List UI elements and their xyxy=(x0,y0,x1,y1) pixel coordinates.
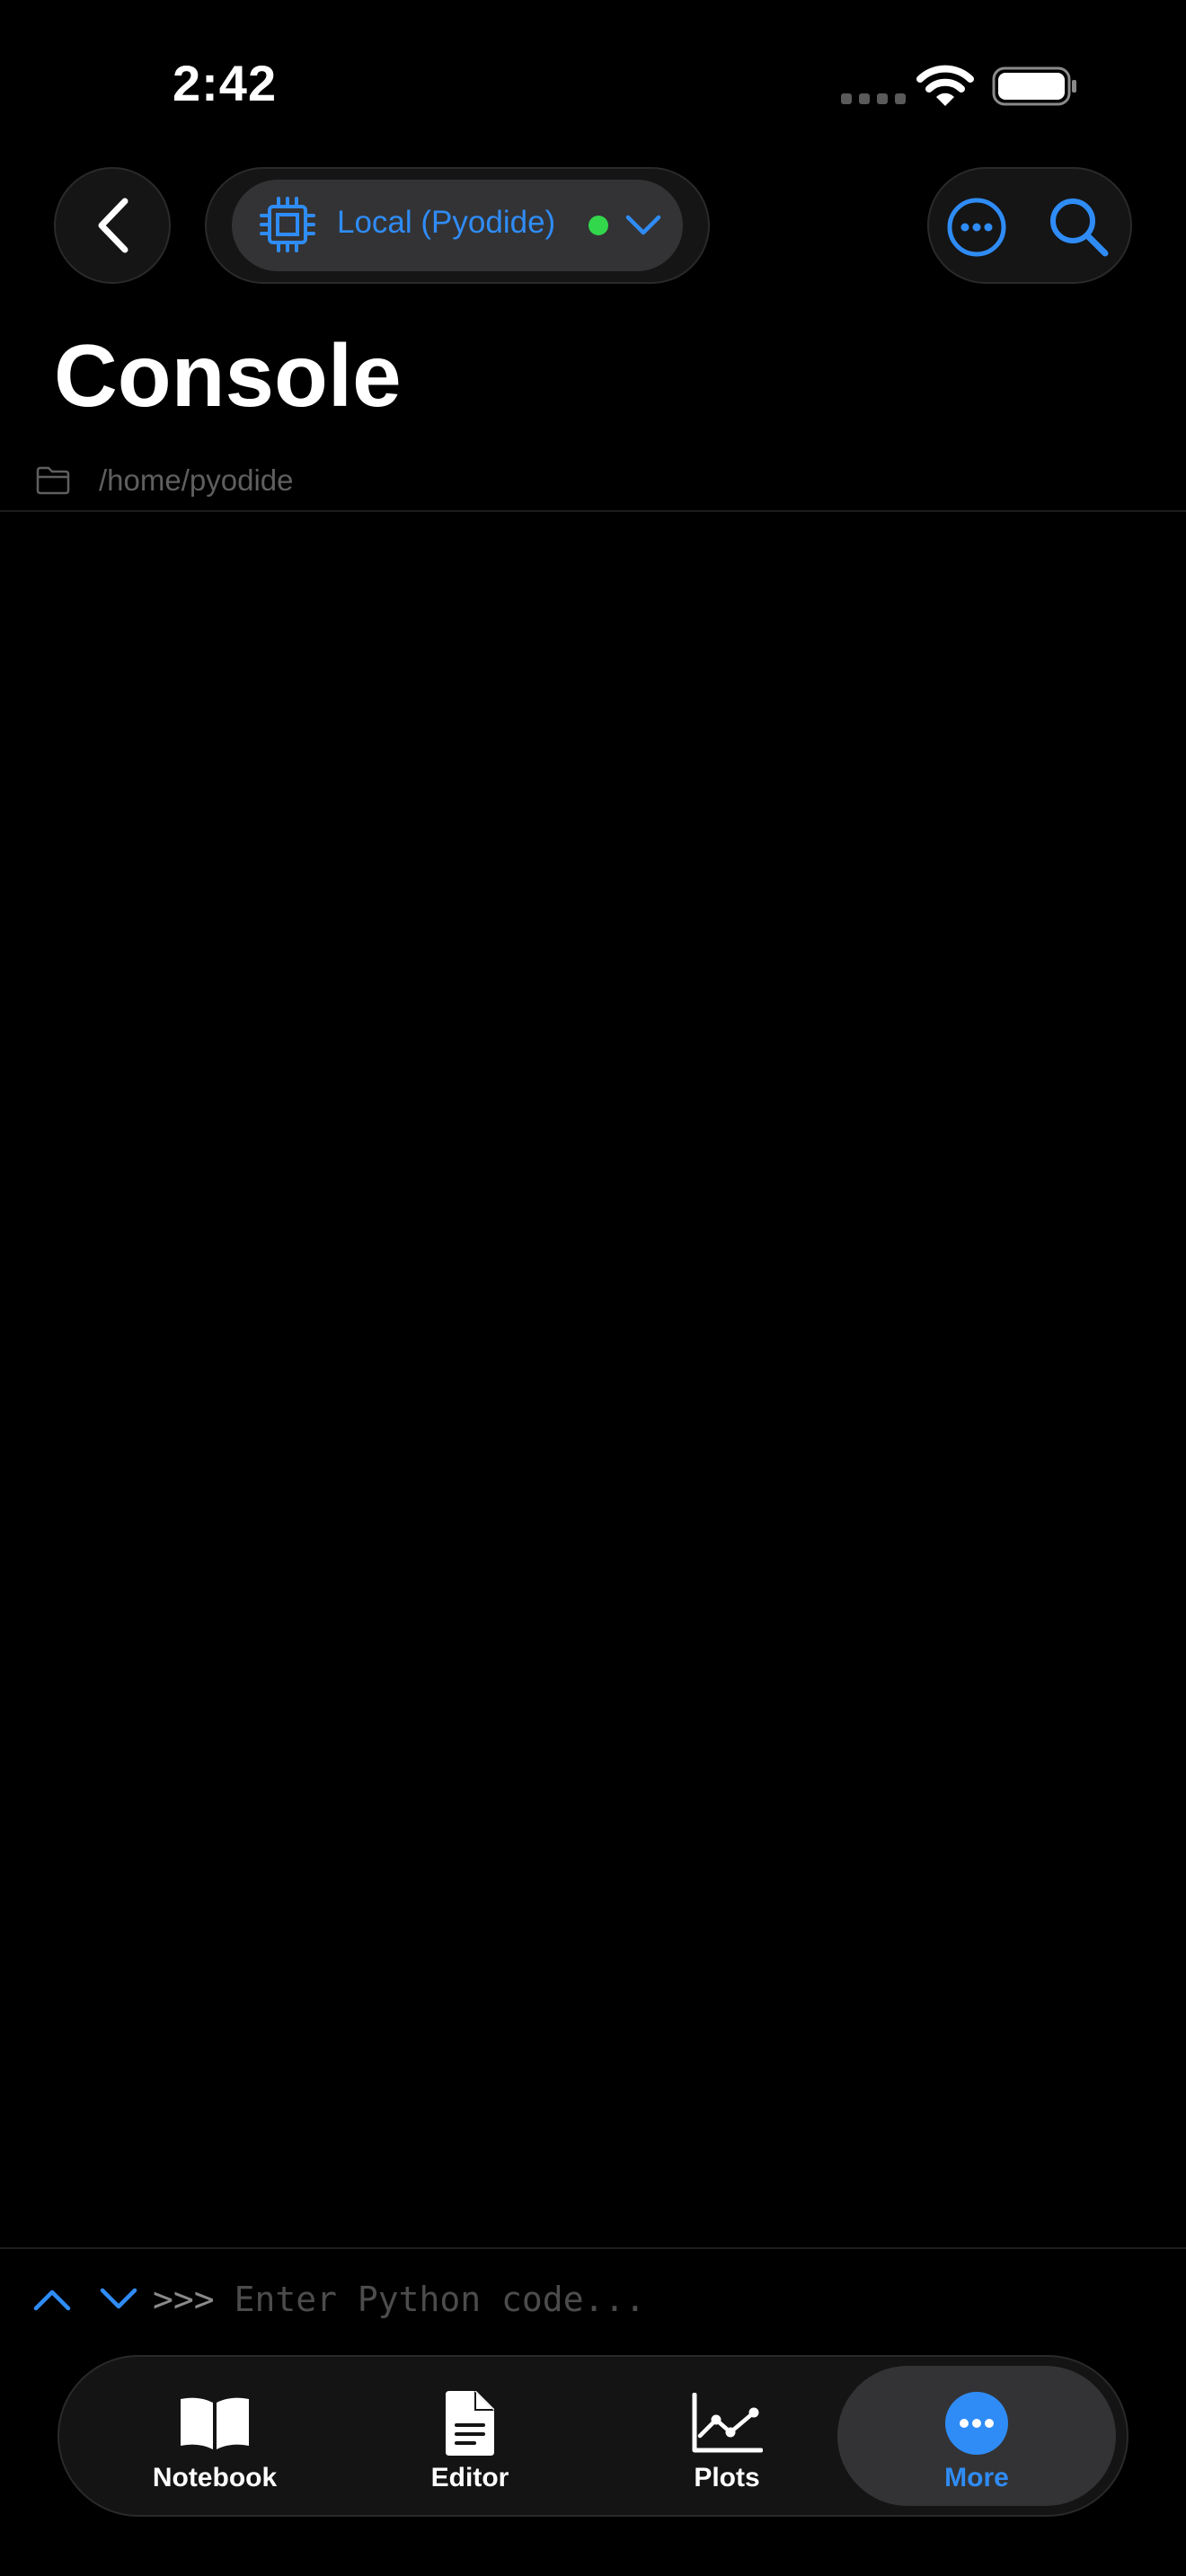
search-icon[interactable] xyxy=(1048,196,1111,259)
wifi-icon xyxy=(916,65,974,112)
chevron-down-icon xyxy=(625,215,661,235)
tab-label: Notebook xyxy=(152,2463,278,2492)
cellular-signal-icon xyxy=(841,93,906,104)
status-time: 2:42 xyxy=(173,55,278,111)
console-output[interactable] xyxy=(0,512,1186,2247)
tab-editor[interactable]: Editor xyxy=(331,2366,609,2506)
tab-bar: Notebook Editor Plots More xyxy=(58,2355,1128,2517)
working-directory-path: /home/pyodide xyxy=(99,463,294,497)
working-directory: /home/pyodide xyxy=(36,463,293,498)
divider xyxy=(0,2247,1186,2249)
history-up-icon[interactable] xyxy=(32,2286,72,2313)
tab-label: Editor xyxy=(430,2463,509,2492)
tab-plots[interactable]: Plots xyxy=(588,2366,866,2506)
kernel-status-dot xyxy=(589,216,608,235)
chart-icon xyxy=(692,2393,763,2453)
folder-icon xyxy=(36,466,70,495)
book-icon xyxy=(181,2397,249,2449)
toolbar-actions xyxy=(927,167,1132,284)
kernel-selector-button[interactable]: Local (Pyodide) xyxy=(232,180,683,271)
more-icon xyxy=(945,2392,1008,2455)
document-icon xyxy=(446,2391,494,2456)
tab-label: More xyxy=(944,2463,1009,2492)
history-down-icon[interactable] xyxy=(99,2286,138,2313)
more-options-icon[interactable] xyxy=(945,196,1008,259)
tab-more[interactable]: More xyxy=(837,2366,1116,2506)
chevron-left-icon xyxy=(98,198,128,253)
tab-notebook[interactable]: Notebook xyxy=(75,2366,354,2506)
page-title: Console xyxy=(54,326,402,425)
python-code-input[interactable] xyxy=(234,2280,1043,2319)
kernel-label: Local (Pyodide) xyxy=(337,205,556,240)
console-input-row: >>> xyxy=(32,2272,1164,2326)
cpu-chip-icon xyxy=(260,197,315,252)
back-button[interactable] xyxy=(54,167,171,284)
battery-icon xyxy=(992,66,1078,110)
console-prompt: >>> xyxy=(153,2280,215,2319)
tab-label: Plots xyxy=(694,2463,760,2492)
